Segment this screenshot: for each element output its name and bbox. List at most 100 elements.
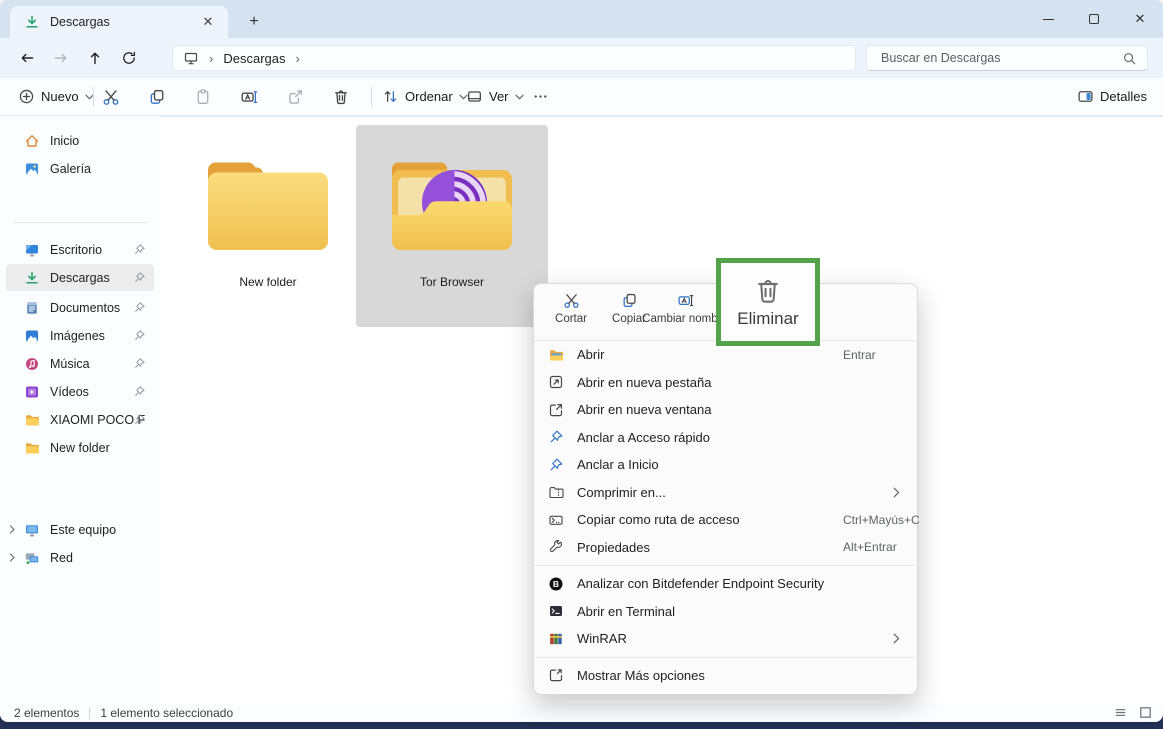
this-pc-icon [24, 522, 40, 538]
file-tile-tor-browser[interactable]: Tor Browser [356, 125, 548, 327]
status-divider [89, 707, 90, 719]
icon-view-toggle-icon[interactable] [1138, 705, 1153, 720]
window-controls: ✕ [1025, 0, 1163, 38]
download-icon [24, 270, 40, 286]
menu-item-mostrar-mas-opciones[interactable]: Mostrar Más opciones [539, 662, 912, 690]
breadcrumb-location[interactable]: Descargas [223, 51, 285, 66]
sidebar-item-este-equipo[interactable]: Este equipo [6, 516, 154, 543]
up-button[interactable] [78, 42, 112, 74]
details-pane-icon [1077, 88, 1094, 105]
open-new-window-icon [548, 402, 564, 418]
new-button-label: Nuevo [41, 89, 79, 104]
open-new-tab-icon [548, 374, 564, 390]
menu-item-abrir-nueva-pestana[interactable]: Abrir en nueva pestaña [539, 369, 912, 397]
sidebar-item-galeria[interactable]: Galería [6, 155, 154, 182]
view-button[interactable]: Ver [462, 78, 528, 115]
breadcrumb[interactable]: › Descargas › [172, 45, 856, 71]
command-bar: Nuevo Ordenar Ver [0, 78, 1163, 116]
share-icon [286, 88, 304, 106]
wrench-icon [548, 539, 564, 555]
menu-item-bitdefender[interactable]: B Analizar con Bitdefender Endpoint Secu… [539, 570, 912, 598]
tab-close-icon[interactable]: ✕ [198, 12, 218, 32]
submenu-chevron-icon [893, 487, 900, 498]
videos-icon [24, 384, 40, 400]
menu-item-propiedades[interactable]: Propiedades Alt+Entrar [539, 534, 912, 562]
details-button[interactable]: Detalles [1073, 78, 1151, 115]
sidebar-item-xiaomi-poco[interactable]: XIAOMI POCO F [6, 406, 154, 433]
status-bar: 2 elementos 1 elemento seleccionado [0, 703, 1163, 722]
list-view-toggle-icon[interactable] [1113, 705, 1128, 720]
maximize-button[interactable] [1071, 0, 1117, 38]
tab-descargas[interactable]: Descargas ✕ [10, 6, 228, 38]
search-box[interactable] [866, 45, 1148, 71]
close-button[interactable]: ✕ [1117, 0, 1163, 38]
sidebar-item-descargas[interactable]: Descargas [6, 264, 154, 291]
sidebar-item-videos[interactable]: Vídeos [6, 378, 154, 405]
paste-icon [194, 88, 212, 106]
expand-chevron-icon [8, 525, 17, 534]
cut-button[interactable] [98, 78, 124, 115]
cut-icon [102, 88, 120, 106]
cut-icon [563, 292, 580, 309]
folder-icon [24, 440, 40, 456]
forward-button[interactable] [44, 42, 78, 74]
chevron-right-icon: › [295, 51, 299, 66]
refresh-button[interactable] [112, 42, 146, 74]
sort-button[interactable]: Ordenar [378, 78, 472, 115]
sidebar-item-escritorio[interactable]: Escritorio [6, 236, 154, 263]
home-icon [24, 133, 40, 149]
rename-button[interactable] [236, 78, 262, 115]
menu-item-copiar-ruta[interactable]: Copiar como ruta de acceso Ctrl+Mayús+C [539, 506, 912, 534]
sidebar-item-imagenes[interactable]: Imágenes [6, 322, 154, 349]
pin-icon [133, 357, 146, 370]
folder-icon [24, 412, 40, 428]
tab-title: Descargas [50, 15, 198, 29]
pin-icon [133, 301, 146, 314]
search-input[interactable] [881, 51, 1122, 65]
highlight-annotation-eliminar[interactable]: Eliminar [716, 258, 820, 346]
file-name: New folder [239, 275, 296, 289]
copy-button[interactable] [144, 78, 170, 115]
rename-icon [677, 292, 694, 309]
sidebar-item-red[interactable]: Red [6, 544, 154, 571]
items-count: 2 elementos [14, 706, 79, 720]
share-button[interactable] [282, 78, 308, 115]
menu-item-anclar-acceso-rapido[interactable]: Anclar a Acceso rápido [539, 424, 912, 452]
view-button-label: Ver [489, 89, 509, 104]
minimize-button[interactable] [1025, 0, 1071, 38]
sidebar-item-documentos[interactable]: Documentos [6, 294, 154, 321]
paste-button[interactable] [190, 78, 216, 115]
sidebar: Inicio Galería Escritorio Descargas Docu… [0, 116, 160, 703]
quick-action-rename[interactable]: Cambiar nombre [650, 292, 720, 325]
pin-icon [133, 385, 146, 398]
selection-count: 1 elemento seleccionado [100, 706, 233, 720]
menu-item-abrir-nueva-ventana[interactable]: Abrir en nueva ventana [539, 396, 912, 424]
back-button[interactable] [10, 42, 44, 74]
sidebar-item-inicio[interactable]: Inicio [6, 127, 154, 154]
menu-item-winrar[interactable]: WinRAR [539, 625, 912, 653]
file-tile-new-folder[interactable]: New folder [172, 125, 364, 327]
sidebar-item-musica[interactable]: Música [6, 350, 154, 377]
network-icon [24, 550, 40, 566]
new-button[interactable]: Nuevo [14, 78, 98, 115]
folder-closed-icon [193, 141, 343, 269]
details-button-label: Detalles [1100, 89, 1147, 104]
menu-item-terminal[interactable]: Abrir en Terminal [539, 598, 912, 626]
file-name: Tor Browser [420, 275, 484, 289]
bitdefender-icon: B [548, 576, 564, 592]
view-icon [466, 88, 483, 105]
pin-icon [548, 429, 564, 445]
menu-separator [535, 657, 916, 658]
sidebar-item-new-folder[interactable]: New folder [6, 434, 154, 461]
menu-separator [535, 565, 916, 566]
chevron-down-icon [515, 94, 524, 100]
zip-folder-icon [548, 484, 564, 500]
menu-item-anclar-inicio[interactable]: Anclar a Inicio [539, 451, 912, 479]
new-tab-button[interactable]: + [242, 10, 266, 34]
documents-icon [24, 300, 40, 316]
delete-button[interactable] [328, 78, 354, 115]
ellipsis-icon [532, 88, 549, 105]
back-icon [19, 50, 35, 66]
more-options-button[interactable] [528, 78, 553, 115]
menu-item-comprimir[interactable]: Comprimir en... [539, 479, 912, 507]
